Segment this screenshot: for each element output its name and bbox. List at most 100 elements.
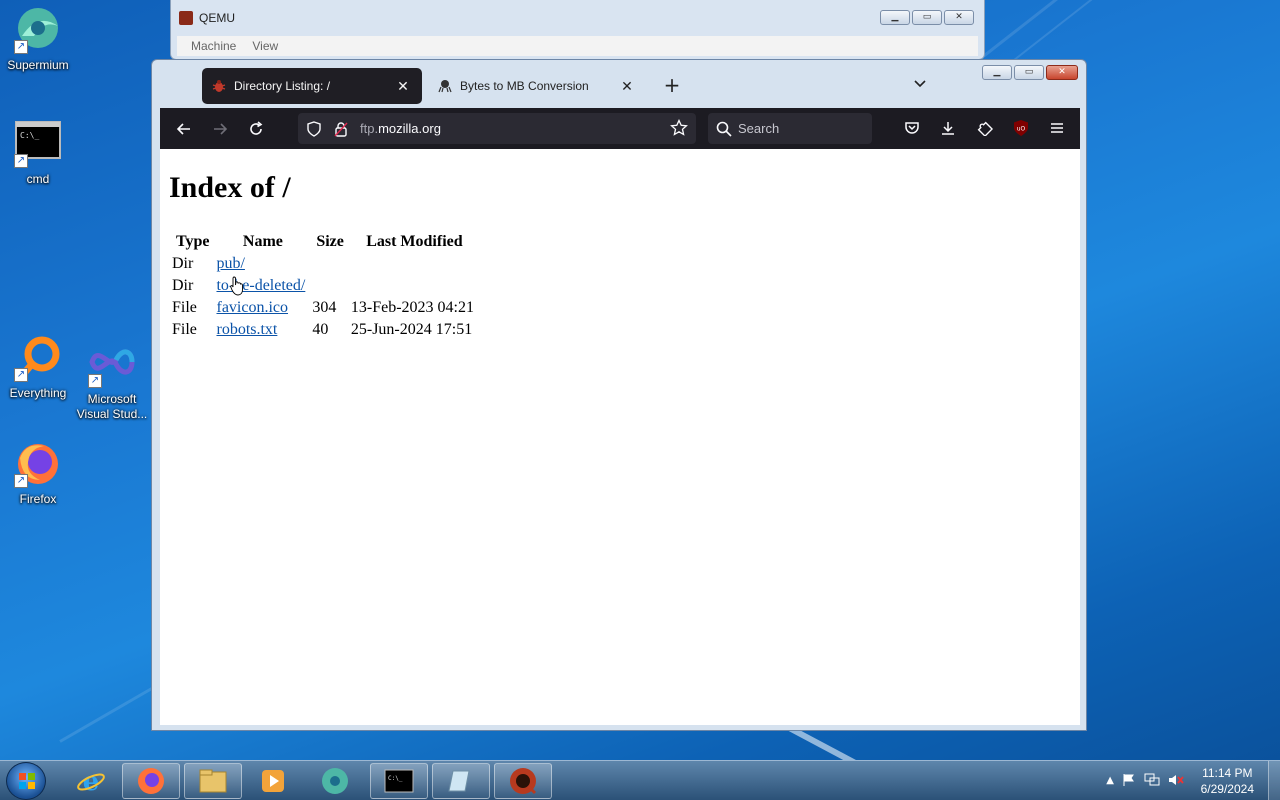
taskbar-firefox[interactable] [122,763,180,799]
hamburger-menu-icon [1051,123,1063,133]
system-tray: ▲ [1106,773,1184,787]
start-orb-icon[interactable] [6,762,46,800]
qemu-favicon-icon [438,79,452,93]
menu-view[interactable]: View [252,39,278,53]
row-size [312,253,348,275]
cmd-icon: C:\_ ↗ [14,120,62,168]
table-row: Dir to-be-deleted/ [172,275,478,297]
row-modified [351,253,478,275]
qemu-maximize-button[interactable]: ▭ [912,10,942,25]
list-all-tabs-button[interactable] [910,76,930,96]
action-center-flag-icon[interactable] [1122,773,1136,787]
visual-studio-icon: ↗ [88,340,136,388]
everything-icon: ↗ [14,334,62,382]
qemu-icon [179,11,193,25]
qemu-minimize-button[interactable]: ▁ [880,10,910,25]
navigation-toolbar: ftp. mozilla.org Search uO [160,108,1080,149]
supermium-icon: ↗ [14,6,62,54]
taskbar-internet-explorer[interactable]: e [62,763,120,799]
row-modified: 25-Jun-2024 17:51 [350,321,473,338]
row-type: File [172,321,197,338]
tab-title: Directory Listing: / [234,79,331,93]
search-bar[interactable]: Search [708,113,872,144]
back-button[interactable] [166,114,202,144]
taskbar-cmd[interactable]: C:\_ [370,763,428,799]
svg-text:C:\_: C:\_ [20,131,39,140]
lock-icon [334,121,348,137]
table-row: File robots.txt 40 25-Jun-2024 17:51 [172,319,478,341]
ublock-shield-icon: uO [1014,120,1028,136]
row-link[interactable]: to-be-deleted/ [216,277,305,294]
app-menu-button[interactable] [1042,113,1072,143]
desktop-icon-everything[interactable]: ↗ Everything [0,334,76,400]
url-bar[interactable]: ftp. mozilla.org [298,113,696,144]
file-explorer-icon [199,769,227,793]
reload-icon [250,120,263,135]
pocket-button[interactable] [897,113,927,143]
taskbar-qemu[interactable] [494,763,552,799]
extensions-button[interactable] [970,113,1000,143]
desktop-icon-label: Everything [9,386,67,400]
tab-strip: Directory Listing: / ✕ Bytes to MB Conve… [160,68,1080,108]
svg-text:e: e [83,767,100,796]
directory-table: Type Name Size Last Modified Dir pub/ Di… [169,231,481,341]
firefox-window: ▁ ▭ ✕ Directory Listing: / ✕ Bytes to MB… [151,59,1087,731]
bug-favicon-icon [212,79,226,93]
tab-close-icon[interactable]: ✕ [618,78,636,95]
firefox-icon: ↗ [14,440,62,488]
column-header-type: Type [176,233,210,250]
cmd-icon: C:\_ [384,769,414,793]
show-desktop-button[interactable] [1268,761,1280,800]
pocket-icon [905,122,919,134]
url-domain: mozilla.org [378,121,441,136]
row-modified [351,275,478,297]
system-clock[interactable]: 11:14 PM 6/29/2024 [1201,765,1254,797]
ublock-origin-button[interactable]: uO [1006,113,1036,143]
desktop-icon-supermium[interactable]: ↗ Supermium [0,6,76,72]
desktop-icon-visual-studio[interactable]: ↗ Microsoft Visual Stud... [74,340,150,422]
url-prefix: ftp. [360,121,379,136]
reload-button[interactable] [238,114,274,144]
row-modified: 13-Feb-2023 04:21 [350,299,474,316]
tab-bytes-to-mb[interactable]: Bytes to MB Conversion ✕ [428,68,646,104]
row-size: 304 [312,299,337,316]
row-type: Dir [172,277,194,294]
qemu-close-button[interactable]: ✕ [944,10,974,25]
row-link[interactable]: favicon.ico [216,299,288,316]
table-row: File favicon.ico 304 13-Feb-2023 04:21 [172,297,478,319]
row-link[interactable]: pub/ [216,255,244,272]
firefox-icon [138,768,164,794]
media-player-icon [262,770,284,792]
qemu-menubar: Machine View [177,36,978,56]
search-icon [716,121,732,137]
notepad-icon [448,770,470,792]
taskbar-file-explorer[interactable] [184,763,242,799]
network-icon[interactable] [1144,773,1160,787]
download-icon [942,122,954,135]
column-header-size: Size [316,233,344,250]
desktop-icon-cmd[interactable]: C:\_ ↗ cmd [0,120,76,186]
qemu-window: QEMU Machine View ▁ ▭ ✕ [170,0,985,60]
volume-muted-icon[interactable] [1168,773,1184,787]
taskbar-supermium[interactable] [306,763,364,799]
desktop-icon-label: cmd [26,172,50,186]
row-type: Dir [172,255,194,272]
forward-button[interactable] [202,114,238,144]
new-tab-button[interactable]: + [660,74,684,98]
row-link[interactable]: robots.txt [216,321,277,338]
menu-machine[interactable]: Machine [191,39,236,53]
tab-directory-listing[interactable]: Directory Listing: / ✕ [202,68,422,104]
downloads-button[interactable] [933,113,963,143]
internet-explorer-icon: e [77,767,105,796]
supermium-icon [322,768,348,794]
show-hidden-icons-icon[interactable]: ▲ [1106,775,1114,786]
desktop-icon-label: Firefox [19,492,57,506]
row-size: 40 [312,321,329,338]
tab-close-icon[interactable]: ✕ [394,78,412,95]
desktop-icon-firefox[interactable]: ↗ Firefox [0,440,76,506]
taskbar-notepad[interactable] [432,763,490,799]
bookmark-star-icon[interactable] [670,118,688,140]
shield-icon [307,120,321,137]
desktop-icon-label: Microsoft Visual Stud... [76,392,148,421]
taskbar-media-player[interactable] [244,763,302,799]
